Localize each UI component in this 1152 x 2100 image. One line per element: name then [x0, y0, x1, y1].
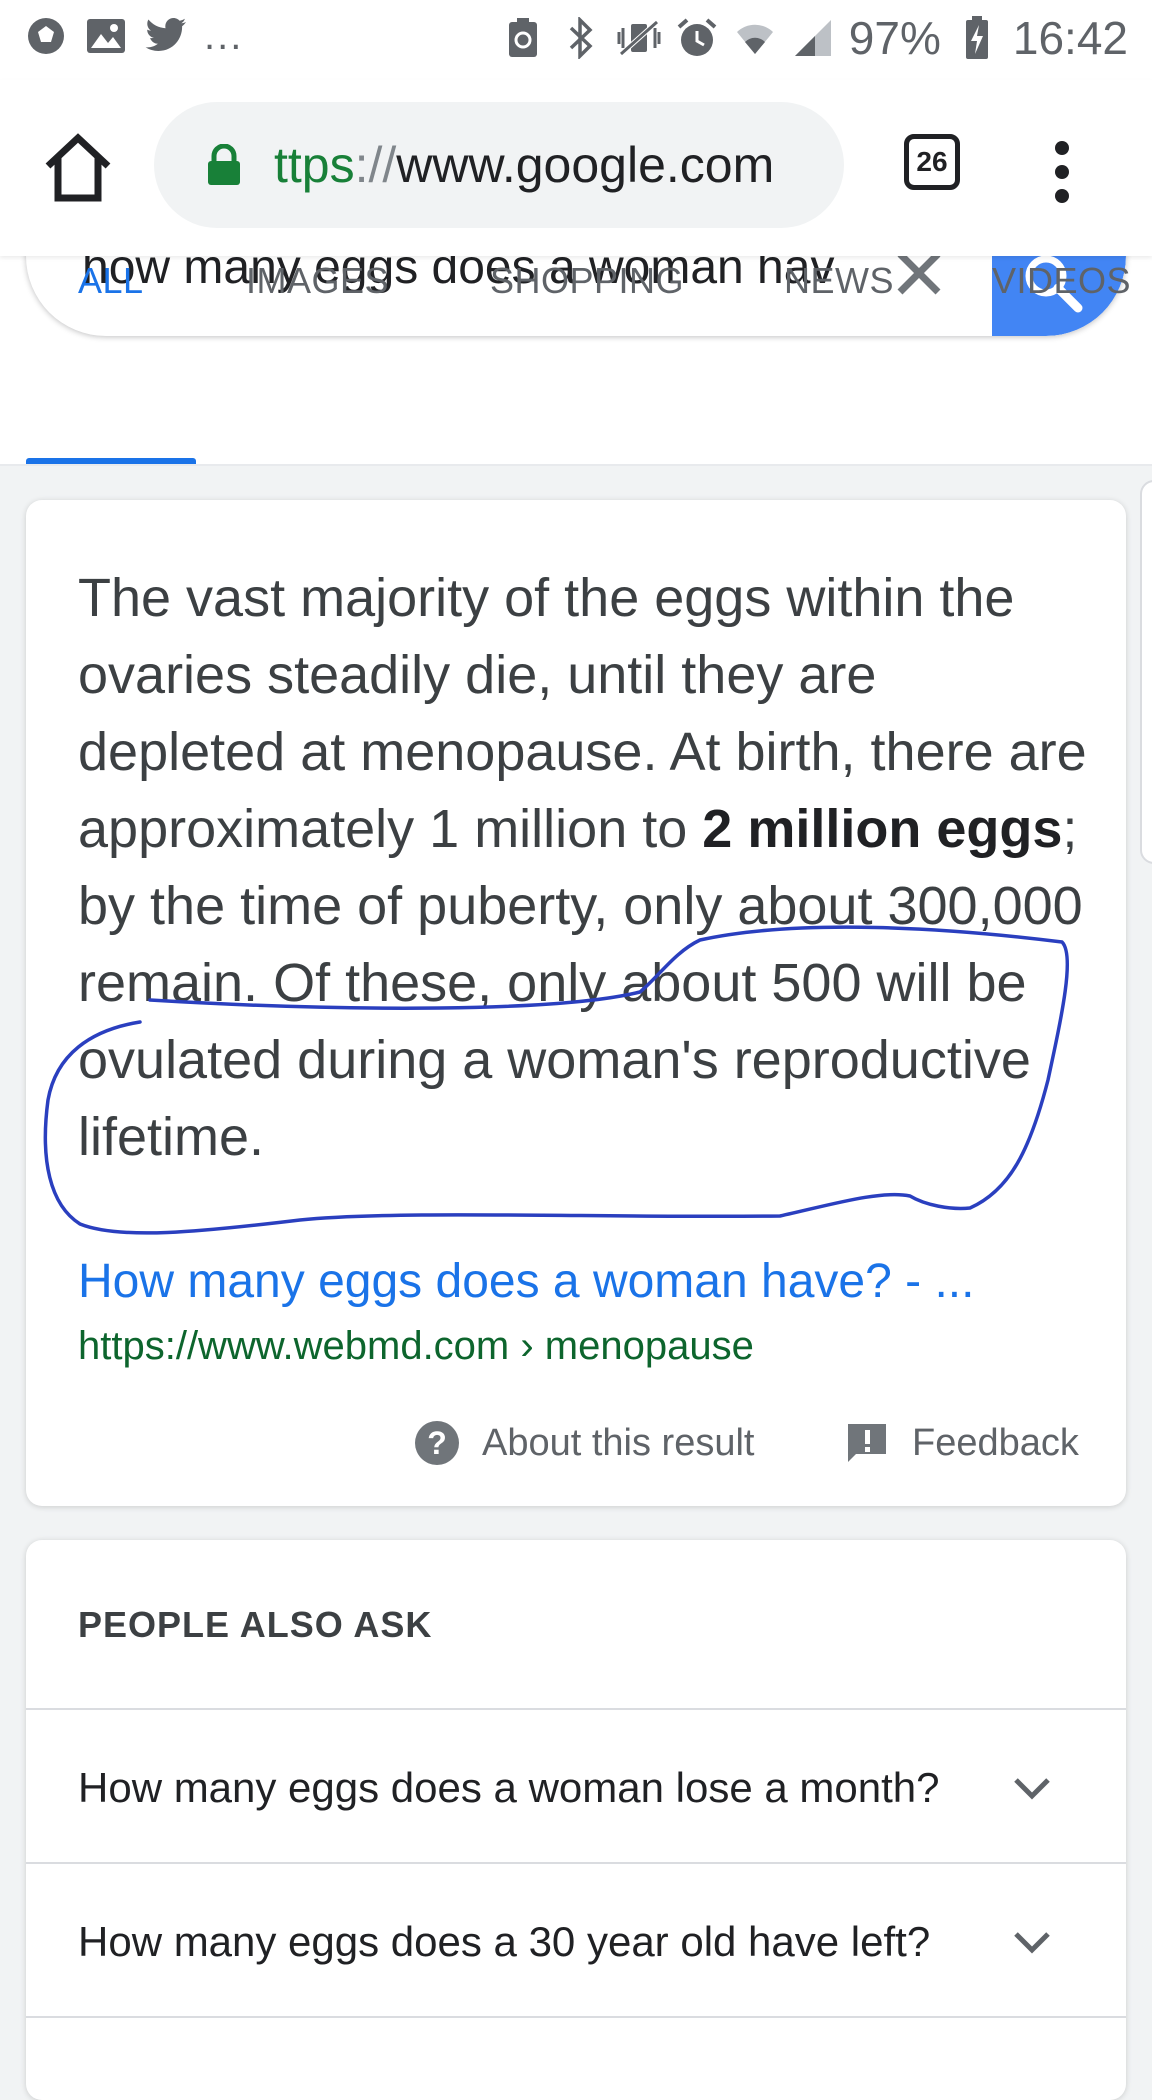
bluetooth-icon — [559, 16, 603, 60]
alarm-icon — [675, 16, 719, 60]
paa-question[interactable]: How many eggs does a 30 year old have le… — [78, 1914, 930, 1970]
tab-videos[interactable]: VIDEOS — [992, 260, 1131, 302]
address-bar[interactable]: ttps://www.google.com — [154, 102, 844, 228]
snippet-bold: 2 million eggs — [702, 799, 1063, 859]
browser-toolbar: ttps://www.google.com 26 — [0, 80, 1152, 256]
home-icon — [45, 133, 111, 202]
about-this-result-button[interactable]: ? About this result — [414, 1420, 754, 1466]
paa-divider — [26, 1862, 1126, 1864]
clock: 16:42 — [1012, 12, 1128, 64]
tab-images[interactable]: IMAGES — [246, 260, 389, 302]
system-status: 97% 16:42 — [501, 12, 1128, 64]
signal-icon — [791, 16, 835, 60]
twitter-icon — [144, 14, 188, 58]
home-button[interactable] — [40, 132, 116, 204]
tabs-row — [0, 374, 1152, 464]
people-also-ask-header: PEOPLE ALSO ASK — [78, 1604, 433, 1645]
lock-icon — [206, 143, 242, 191]
battery-charging-icon — [955, 16, 999, 60]
tab-news[interactable]: NEWS — [784, 260, 894, 302]
notification-icons: ... — [24, 14, 243, 58]
battery-percent: 97% — [848, 12, 941, 64]
svg-text:?: ? — [427, 1425, 447, 1461]
image-icon — [84, 14, 128, 58]
feedback-button[interactable]: Feedback — [844, 1420, 1079, 1466]
chevron-down-icon[interactable] — [1012, 1930, 1052, 1956]
browser-menu-button[interactable] — [1046, 136, 1078, 208]
next-card-edge — [1140, 480, 1152, 864]
feedback-label: Feedback — [912, 1421, 1079, 1464]
tabs-divider — [0, 464, 1152, 466]
recycle-badge-icon — [501, 16, 545, 60]
help-icon: ? — [415, 1421, 459, 1465]
result-url[interactable]: https://www.webmd.com › menopause — [78, 1320, 754, 1372]
tab-switcher-button[interactable]: 26 — [904, 134, 960, 190]
people-also-ask-card: PEOPLE ALSO ASK How many eggs does a wom… — [26, 1540, 1126, 2100]
soccer-ball-icon — [24, 14, 68, 58]
chevron-down-icon[interactable] — [1012, 1776, 1052, 1802]
url-text: ttps://www.google.com — [274, 137, 775, 193]
snippet-text: The vast majority of the eggs within the… — [78, 568, 1087, 1167]
status-bar: ... 97% 16:42 — [0, 0, 1152, 80]
vibrate-icon — [617, 16, 661, 60]
more-vert-icon — [1055, 141, 1069, 203]
wifi-icon — [733, 16, 777, 60]
about-label: About this result — [482, 1421, 755, 1464]
notification-overflow: ... — [204, 14, 244, 58]
feedback-icon — [848, 1424, 886, 1462]
tab-shopping[interactable]: SHOPPING — [490, 260, 684, 302]
paa-divider — [26, 1708, 1126, 1710]
paa-question[interactable]: How many eggs does a woman lose a month? — [78, 1760, 939, 1816]
paa-divider — [26, 2016, 1126, 2018]
tab-all[interactable]: ALL — [78, 260, 144, 302]
featured-snippet-card: The vast majority of the eggs within the… — [26, 500, 1126, 1506]
result-title-link[interactable]: How many eggs does a woman have? - ... — [78, 1252, 974, 1312]
